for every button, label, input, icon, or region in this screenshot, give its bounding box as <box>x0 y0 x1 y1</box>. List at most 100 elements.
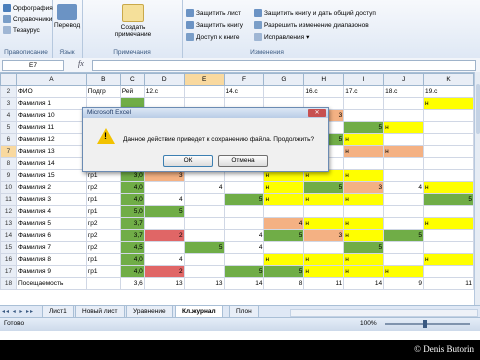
grade-cell[interactable] <box>183 229 225 242</box>
grade-cell[interactable] <box>343 97 385 110</box>
row-header[interactable]: 15 <box>0 241 17 254</box>
header-cell-date[interactable]: 19.с <box>423 85 474 98</box>
grade-cell[interactable]: н <box>303 217 345 230</box>
grade-cell[interactable]: 5 <box>303 181 345 194</box>
column-header-e[interactable]: E <box>183 73 225 86</box>
student-name-cell[interactable]: Фамилия 14 <box>15 157 87 170</box>
grade-cell[interactable] <box>423 133 474 146</box>
grade-cell[interactable]: 4 <box>223 229 265 242</box>
grade-cell[interactable] <box>423 265 474 278</box>
grade-cell[interactable]: н <box>423 253 474 266</box>
grade-cell[interactable] <box>383 109 425 122</box>
grade-cell[interactable] <box>383 133 425 146</box>
column-header-a[interactable]: A <box>15 73 87 86</box>
header-cell-date[interactable]: 18.с <box>383 85 425 98</box>
column-header-k[interactable]: K <box>423 73 474 86</box>
row-header[interactable]: 2 <box>0 85 17 98</box>
grade-cell[interactable]: 4 <box>183 181 225 194</box>
rating-cell[interactable]: 3,7 <box>119 217 145 230</box>
grade-cell[interactable] <box>423 241 474 254</box>
group-cell[interactable]: гр2 <box>85 241 121 254</box>
column-header-i[interactable]: I <box>343 73 385 86</box>
grade-cell[interactable] <box>383 217 425 230</box>
vertical-scrollbar[interactable] <box>474 72 480 305</box>
protect-sheet-button[interactable]: Защитить лист <box>186 9 241 17</box>
research-button[interactable]: Справочники <box>3 15 52 23</box>
grade-cell[interactable] <box>223 181 265 194</box>
rating-cell[interactable]: 4,0 <box>119 253 145 266</box>
grade-cell[interactable] <box>423 145 474 158</box>
column-header-g[interactable]: G <box>263 73 305 86</box>
select-all-corner[interactable] <box>0 73 17 86</box>
header-cell-date[interactable]: 17.с <box>343 85 385 98</box>
rating-cell[interactable]: 3,7 <box>119 229 145 242</box>
grade-cell[interactable] <box>423 109 474 122</box>
grade-cell[interactable]: 4 <box>143 193 185 206</box>
grade-cell[interactable]: н <box>383 265 425 278</box>
total-cell[interactable]: 13 <box>183 277 225 290</box>
column-header-j[interactable]: J <box>383 73 425 86</box>
grade-cell[interactable] <box>383 97 425 110</box>
row-header[interactable]: 9 <box>0 169 17 182</box>
grade-cell[interactable] <box>423 121 474 134</box>
header-cell-date[interactable]: 12.с <box>143 85 185 98</box>
zoom-slider[interactable] <box>385 323 470 325</box>
grade-cell[interactable]: н <box>343 253 385 266</box>
row-header[interactable]: 7 <box>0 145 17 158</box>
column-header-b[interactable]: B <box>85 73 121 86</box>
row-header[interactable]: 16 <box>0 253 17 266</box>
student-name-cell[interactable]: Фамилия 1 <box>15 97 87 110</box>
grade-cell[interactable]: н <box>423 97 474 110</box>
new-comment-button[interactable]: Создать примечание <box>110 4 156 38</box>
grade-cell[interactable]: н <box>263 193 305 206</box>
grade-cell[interactable]: 4 <box>263 217 305 230</box>
cancel-button[interactable]: Отмена <box>218 155 268 167</box>
grade-cell[interactable] <box>223 217 265 230</box>
grade-cell[interactable]: 3 <box>303 229 345 242</box>
grade-cell[interactable] <box>423 229 474 242</box>
grade-cell[interactable] <box>303 205 345 218</box>
grade-cell[interactable]: 4 <box>383 181 425 194</box>
header-cell-date[interactable] <box>183 85 225 98</box>
grade-cell[interactable]: н <box>343 133 385 146</box>
spelling-button[interactable]: Орфография <box>3 4 53 12</box>
header-cell-date[interactable] <box>263 85 305 98</box>
total-cell[interactable]: 8 <box>263 277 305 290</box>
close-icon[interactable]: ✕ <box>308 109 326 117</box>
header-cell-date[interactable]: 16.с <box>303 85 345 98</box>
group-cell[interactable]: гр1 <box>85 265 121 278</box>
grade-cell[interactable]: 5 <box>183 241 225 254</box>
total-cell[interactable] <box>85 277 121 290</box>
grade-cell[interactable] <box>183 217 225 230</box>
grade-cell[interactable]: н <box>343 265 385 278</box>
horizontal-scrollbar[interactable] <box>290 309 478 317</box>
rating-cell[interactable]: 5,0 <box>119 205 145 218</box>
grade-cell[interactable] <box>263 241 305 254</box>
protect-workbook-button[interactable]: Защитить книгу <box>186 21 243 29</box>
row-header[interactable]: 12 <box>0 205 17 218</box>
grade-cell[interactable]: н <box>383 121 425 134</box>
protect-and-share-button[interactable]: Защитить книгу и дать общий доступ <box>254 9 376 17</box>
grade-cell[interactable]: н <box>303 193 345 206</box>
grade-cell[interactable] <box>143 217 185 230</box>
grade-cell[interactable]: н <box>343 229 385 242</box>
column-header-h[interactable]: H <box>303 73 345 86</box>
header-cell-name[interactable]: ФИО <box>15 85 87 98</box>
grade-cell[interactable] <box>383 169 425 182</box>
allow-ranges-button[interactable]: Разрешить изменение диапазонов <box>254 21 369 29</box>
grade-cell[interactable]: 5 <box>263 265 305 278</box>
row-header[interactable]: 6 <box>0 133 17 146</box>
total-cell[interactable]: 11 <box>303 277 345 290</box>
row-header[interactable]: 8 <box>0 157 17 170</box>
thesaurus-button[interactable]: Тезаурус <box>3 26 40 34</box>
rating-cell[interactable]: 4,0 <box>119 181 145 194</box>
grade-cell[interactable] <box>343 205 385 218</box>
header-cell-group[interactable]: Подгр <box>85 85 121 98</box>
grade-cell[interactable] <box>423 169 474 182</box>
total-cell[interactable]: 14 <box>343 277 385 290</box>
student-name-cell[interactable]: Фамилия 2 <box>15 181 87 194</box>
column-header-d[interactable]: D <box>143 73 185 86</box>
student-name-cell[interactable]: Фамилия 10 <box>15 109 87 122</box>
worksheet-table[interactable]: A B C D E F G H I J K 2 ФИО Подгр Рей 12… <box>0 73 474 290</box>
row-header[interactable]: 4 <box>0 109 17 122</box>
